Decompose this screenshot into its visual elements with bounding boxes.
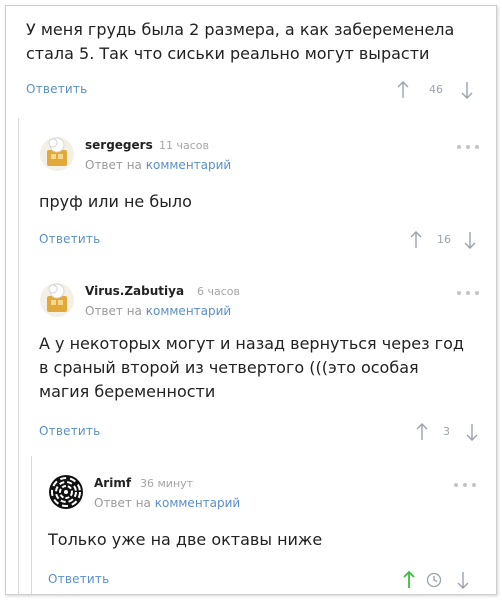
reply-to: Ответ на комментарий <box>94 496 240 510</box>
comment-line: стала 5. Так что сиськи реально могут вы… <box>26 44 430 63</box>
chef-avatar-icon[interactable] <box>39 136 75 172</box>
reply-to: Ответ на комментарий <box>85 158 231 172</box>
comment-text: пруф или не было <box>39 190 192 214</box>
comment-line: У меня грудь была 2 размера, а как забер… <box>26 20 455 39</box>
reply-to: Ответ на комментарий <box>85 304 231 318</box>
reply-to-prefix: Ответ на <box>94 496 151 510</box>
comment-text: Только уже на две октавы ниже <box>48 528 322 552</box>
arrow-up-icon[interactable] <box>396 80 410 100</box>
author-name[interactable]: Virus.Zabutiya <box>85 284 184 298</box>
reply-link[interactable]: Ответить <box>39 232 100 246</box>
comment-thread: У меня грудь была 2 размера, а как забер… <box>5 5 497 595</box>
reply-to-link[interactable]: комментарий <box>155 496 240 510</box>
comment-line: А у некоторых могут и назад вернуться че… <box>39 334 464 353</box>
vote-count: 46 <box>429 83 443 96</box>
reply-link[interactable]: Ответить <box>26 82 87 96</box>
author-name[interactable]: sergegers <box>85 138 153 152</box>
reply-link[interactable]: Ответить <box>48 572 109 586</box>
arrow-up-icon[interactable] <box>409 230 423 250</box>
chef-avatar-icon[interactable] <box>39 282 75 318</box>
comment-text: А у некоторых могут и назад вернуться че… <box>39 332 464 404</box>
arrow-down-icon[interactable] <box>456 570 470 590</box>
replies-level-2: Arimf 36 минут Ответ на комментарий Толь… <box>31 456 496 594</box>
comment-line: магия беременности <box>39 382 216 401</box>
more-dots-icon[interactable] <box>457 289 483 297</box>
vote-controls: 3 <box>415 422 485 442</box>
spiral-avatar-icon[interactable] <box>48 474 84 510</box>
arrow-up-icon[interactable] <box>402 570 416 590</box>
more-dots-icon[interactable] <box>457 143 483 151</box>
comment-time: 11 часов <box>159 139 209 152</box>
arrow-down-icon[interactable] <box>465 422 479 442</box>
reply-to-prefix: Ответ на <box>85 304 142 318</box>
vote-controls: 16 <box>409 230 489 250</box>
more-dots-icon[interactable] <box>454 481 480 489</box>
reply-to-link[interactable]: комментарий <box>146 158 231 172</box>
comment-text: У меня грудь была 2 размера, а как забер… <box>26 18 454 66</box>
comment-line: Только уже на две октавы ниже <box>48 530 323 549</box>
replies-level-1: sergegers 11 часов Ответ на комментарий … <box>18 118 496 594</box>
comment-line: в сраный второй из четвертого (((это осо… <box>39 358 419 377</box>
vote-count: 16 <box>437 233 451 246</box>
clock-icon <box>426 572 442 588</box>
arrow-down-icon[interactable] <box>460 80 474 100</box>
arrow-down-icon[interactable] <box>463 230 477 250</box>
arrow-up-icon[interactable] <box>415 422 429 442</box>
comment-line: пруф или не было <box>39 192 192 211</box>
vote-controls <box>402 570 482 590</box>
comment-time: 36 минут <box>140 477 194 490</box>
vote-controls: 46 <box>396 80 476 100</box>
reply-to-prefix: Ответ на <box>85 158 142 172</box>
reply-to-link[interactable]: комментарий <box>146 304 231 318</box>
comment-time: 6 часов <box>197 285 240 298</box>
vote-count: 3 <box>443 425 450 438</box>
reply-link[interactable]: Ответить <box>39 424 100 438</box>
author-name[interactable]: Arimf <box>94 476 131 490</box>
